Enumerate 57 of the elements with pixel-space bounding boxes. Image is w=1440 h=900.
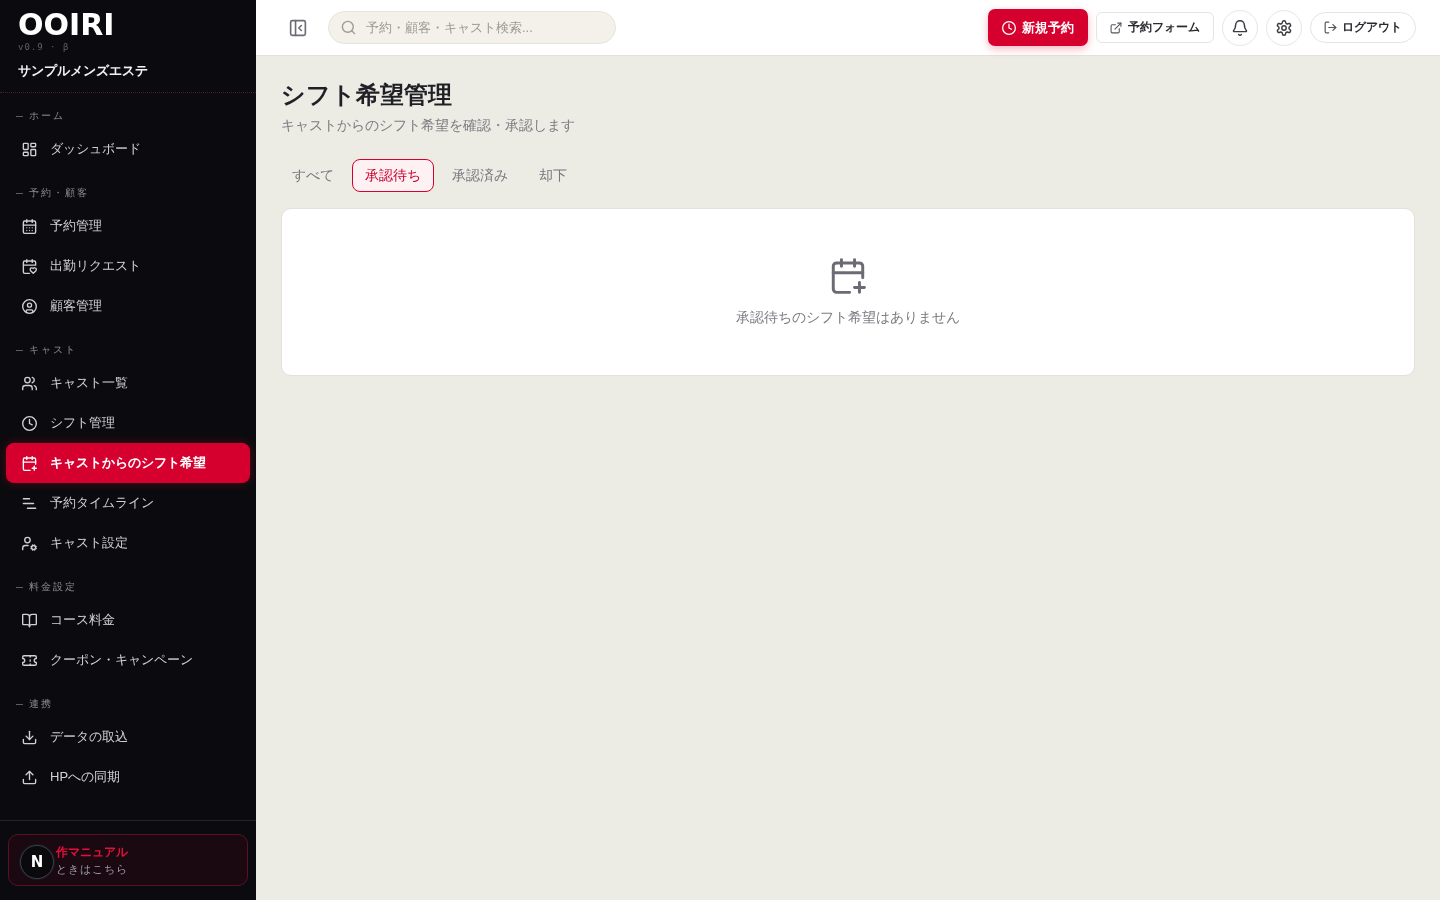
search-field[interactable]: 予約・顧客・キャスト検索... — [328, 11, 616, 44]
shop-name: サンプルメンズエステ — [18, 62, 148, 80]
section-label: 料金設定 — [29, 580, 77, 594]
nav-item[interactable]: クーポン・キャンペーン — [6, 640, 250, 680]
ticket-icon — [22, 652, 37, 668]
section-label: キャスト — [29, 343, 77, 357]
nav-item[interactable]: コース料金 — [6, 600, 250, 640]
lines-icon — [22, 495, 37, 511]
download-icon — [22, 729, 37, 745]
filter-tab[interactable]: 承認待ち — [352, 159, 434, 192]
nav-item[interactable]: シフト管理 — [6, 403, 250, 443]
nav-item[interactable]: キャスト設定 — [6, 523, 250, 563]
section-label: 連携 — [29, 697, 53, 711]
notifications-button[interactable] — [1222, 9, 1258, 46]
nav-item[interactable]: 出勤リクエスト — [6, 246, 250, 286]
nav-item[interactable]: データの取込 — [6, 717, 250, 757]
filter-tab[interactable]: 承認済み — [439, 159, 521, 192]
new-reservation-button[interactable]: 新規予約 — [988, 9, 1088, 46]
external-link-icon — [1110, 21, 1122, 34]
section-label: ホーム — [29, 109, 65, 123]
reservation-form-button[interactable]: 予約フォーム — [1096, 12, 1214, 43]
nav-item[interactable]: HPへの同期 — [6, 757, 250, 797]
search-icon — [341, 20, 356, 35]
calendar-plus-icon — [830, 258, 866, 294]
user-gear-icon — [22, 535, 37, 551]
logout-icon — [1324, 21, 1337, 34]
upload-icon — [22, 769, 37, 785]
page-title: シフト希望管理 — [281, 80, 452, 110]
clock-icon — [1002, 20, 1016, 35]
user-circle-icon — [22, 298, 37, 314]
calendar-icon — [22, 218, 37, 234]
sidebar-panel-icon — [289, 18, 307, 37]
logo: OOIRI — [18, 9, 115, 40]
grid-icon — [22, 141, 37, 157]
nav-item[interactable]: キャストからのシフト希望 — [6, 443, 250, 483]
manual-link-title: 作マニュアル — [56, 844, 128, 860]
book-icon — [22, 612, 37, 628]
clock-icon — [22, 415, 37, 431]
logout-button[interactable]: ログアウト — [1310, 12, 1416, 43]
settings-icon — [1276, 19, 1292, 36]
nav-item[interactable]: ダッシュボード — [6, 129, 250, 169]
manual-link-subtitle: ときはこちら — [56, 861, 128, 876]
section-label: 予約・顧客 — [29, 186, 89, 200]
nav-item[interactable]: 予約タイムライン — [6, 483, 250, 523]
calendar-heart-icon — [22, 258, 37, 274]
filter-tab[interactable]: 却下 — [526, 159, 580, 192]
nav-item[interactable]: 予約管理 — [6, 206, 250, 246]
calendar-plus-icon — [22, 455, 37, 471]
version-label: v0.9 · β — [18, 41, 70, 54]
bell-icon — [1232, 19, 1248, 36]
nav-item[interactable]: 顧客管理 — [6, 286, 250, 326]
empty-state-message: 承認待ちのシフト希望はありません — [736, 308, 960, 327]
nav-item[interactable]: キャスト一覧 — [6, 363, 250, 403]
page-subtitle: キャストからのシフト希望を確認・承認します — [281, 116, 575, 135]
settings-button[interactable] — [1266, 9, 1302, 46]
filter-tab[interactable]: すべて — [279, 159, 347, 192]
users-icon — [22, 375, 37, 391]
